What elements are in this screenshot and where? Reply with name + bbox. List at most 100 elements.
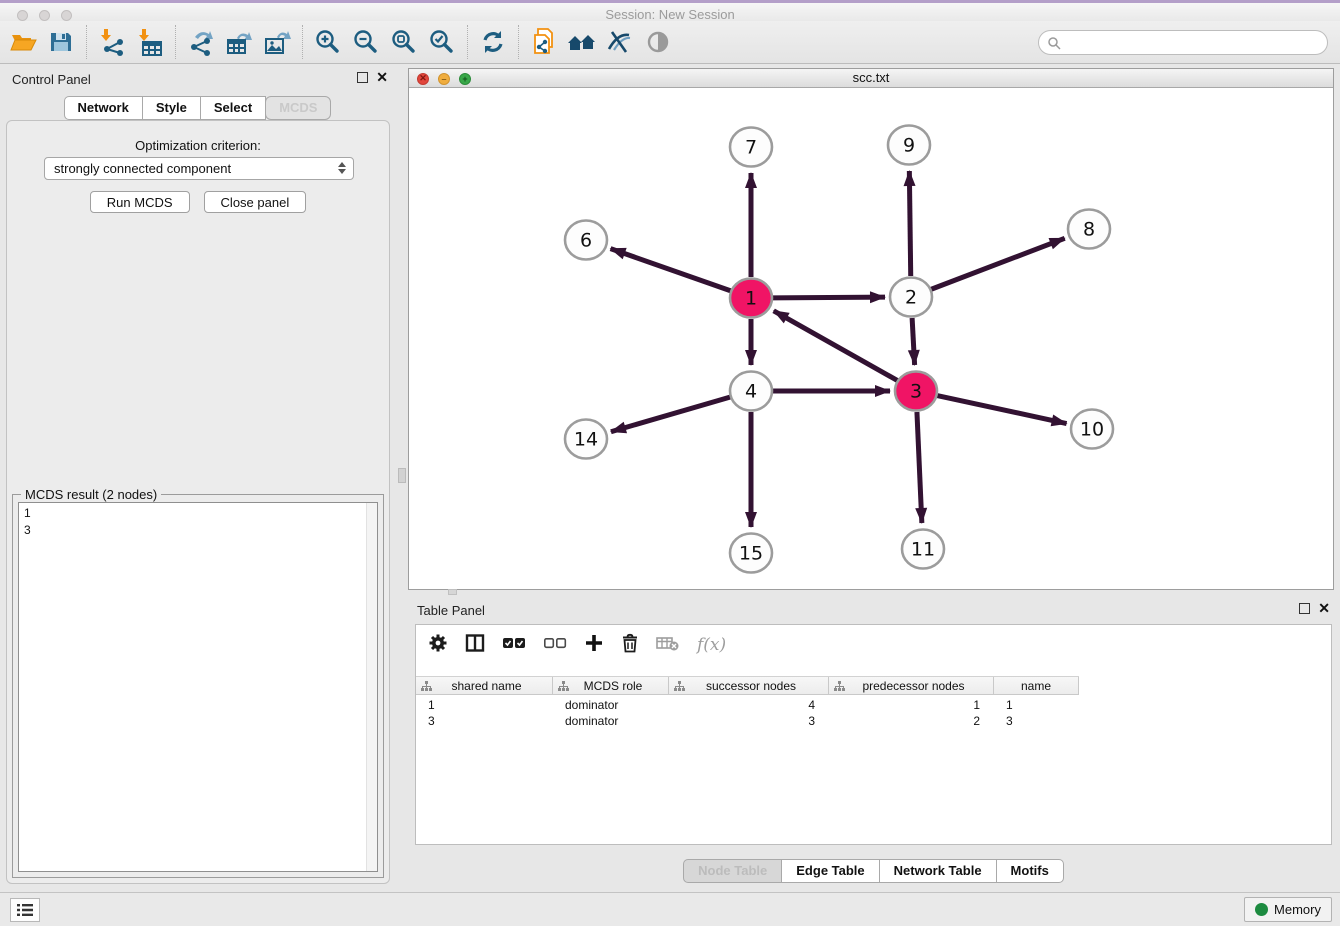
first-neighbors-icon[interactable] <box>563 24 601 60</box>
edge-3-1[interactable] <box>774 311 898 381</box>
network-canvas[interactable]: 7 9 6 8 1 2 4 3 14 10 15 11 <box>409 88 1333 589</box>
graph-node-7[interactable]: 7 <box>730 128 772 167</box>
mcds-result-text[interactable]: 1 3 <box>18 502 378 872</box>
refresh-icon[interactable] <box>474 24 512 60</box>
graph-node-9[interactable]: 9 <box>888 126 930 165</box>
show-all-icon[interactable] <box>639 24 677 60</box>
column-header-shared-name[interactable]: shared name <box>416 677 553 694</box>
vertical-splitter[interactable] <box>396 64 408 892</box>
column-settings-icon[interactable] <box>428 633 448 658</box>
column-header-MCDS-role[interactable]: MCDS role <box>553 677 669 694</box>
save-session-icon[interactable] <box>42 24 80 60</box>
optimization-criterion-select[interactable]: strongly connected component <box>44 157 354 180</box>
graph-node-2[interactable]: 2 <box>890 278 932 317</box>
table-toolbar: f(x) <box>416 625 1331 665</box>
float-table-panel-icon[interactable] <box>1299 603 1310 614</box>
graph-node-4[interactable]: 4 <box>730 372 772 411</box>
deselect-all-icon[interactable] <box>543 635 567 656</box>
optimization-criterion-label: Optimization criterion: <box>0 138 396 153</box>
network-view-window: scc.txt ✕ – + 7 9 6 8 1 2 4 3 14 10 15 11 <box>408 68 1334 590</box>
tab-style[interactable]: Style <box>142 96 201 120</box>
graph-node-15[interactable]: 15 <box>730 534 772 573</box>
status-bar: Memory <box>0 892 1340 926</box>
import-table-icon[interactable] <box>131 24 169 60</box>
graph-node-11[interactable]: 11 <box>902 530 944 569</box>
table-row[interactable]: 3dominator323 <box>416 713 1079 729</box>
search-input[interactable] <box>1065 35 1327 50</box>
clone-network-icon[interactable] <box>525 24 563 60</box>
import-network-icon[interactable] <box>93 24 131 60</box>
column-header-successor-nodes[interactable]: successor nodes <box>669 677 829 694</box>
table-cell[interactable]: dominator <box>553 697 669 713</box>
tab-motifs[interactable]: Motifs <box>996 859 1064 883</box>
close-panel-button[interactable]: Close panel <box>204 191 307 213</box>
mcds-result-group: MCDS result (2 nodes) 1 3 <box>12 494 384 878</box>
toolbar-separator <box>518 25 519 59</box>
tab-node-table[interactable]: Node Table <box>683 859 782 883</box>
table-cell[interactable]: 4 <box>669 697 829 713</box>
close-table-panel-icon[interactable]: ✕ <box>1318 603 1330 614</box>
table-cell[interactable]: 3 <box>669 713 829 729</box>
zoom-in-icon[interactable] <box>309 24 347 60</box>
run-mcds-button[interactable]: Run MCDS <box>90 191 190 213</box>
network-window-titlebar[interactable]: scc.txt ✕ – + <box>409 69 1333 88</box>
close-panel-icon[interactable]: ✕ <box>376 72 388 83</box>
tab-network-table[interactable]: Network Table <box>879 859 997 883</box>
svg-text:4: 4 <box>745 381 757 403</box>
graph-node-8[interactable]: 8 <box>1068 210 1110 249</box>
zoom-fit-icon[interactable] <box>385 24 423 60</box>
select-all-icon[interactable] <box>502 635 526 656</box>
edge-1-2[interactable] <box>772 297 885 298</box>
table-cell[interactable]: 1 <box>416 697 553 713</box>
edge-2-8[interactable] <box>931 238 1065 289</box>
tab-select[interactable]: Select <box>200 96 266 120</box>
split-panel-icon[interactable] <box>465 633 485 658</box>
add-column-icon[interactable] <box>584 633 604 658</box>
export-image-icon[interactable] <box>258 24 296 60</box>
zoom-out-icon[interactable] <box>347 24 385 60</box>
tab-network[interactable]: Network <box>64 96 143 120</box>
search-field[interactable] <box>1038 30 1328 55</box>
task-history-button[interactable] <box>10 898 40 922</box>
window-titlebar: Session: New Session <box>0 3 1340 21</box>
result-scrollbar[interactable] <box>366 503 377 871</box>
column-header-name[interactable]: name <box>994 677 1079 694</box>
open-file-icon[interactable] <box>4 24 42 60</box>
edge-2-3[interactable] <box>912 318 915 365</box>
table-row[interactable]: 1dominator411 <box>416 697 1079 713</box>
horizontal-splitter-grip[interactable] <box>448 589 457 595</box>
float-panel-icon[interactable] <box>357 72 368 83</box>
zoom-selected-icon[interactable] <box>423 24 461 60</box>
table-cell[interactable]: 2 <box>829 713 994 729</box>
svg-text:7: 7 <box>745 137 757 159</box>
edge-4-14[interactable] <box>611 397 731 432</box>
table-cell[interactable]: 3 <box>994 713 1079 729</box>
graph-node-14[interactable]: 14 <box>565 420 607 459</box>
edge-3-11[interactable] <box>917 412 922 523</box>
hide-selected-icon[interactable] <box>601 24 639 60</box>
edge-3-10[interactable] <box>937 395 1067 423</box>
column-header-predecessor-nodes[interactable]: predecessor nodes <box>829 677 994 694</box>
table-cell[interactable]: 3 <box>416 713 553 729</box>
table-cell[interactable]: dominator <box>553 713 669 729</box>
edge-1-6[interactable] <box>611 249 732 291</box>
edge-2-9[interactable] <box>909 171 910 276</box>
graph-node-1[interactable]: 1 <box>730 279 772 318</box>
tab-mcds[interactable]: MCDS <box>265 96 331 120</box>
memory-button[interactable]: Memory <box>1244 897 1332 922</box>
network-maximize-icon[interactable]: + <box>459 73 471 85</box>
graph-node-6[interactable]: 6 <box>565 221 607 260</box>
main-toolbar <box>0 21 1340 64</box>
table-cell[interactable]: 1 <box>994 697 1079 713</box>
toolbar-separator <box>302 25 303 59</box>
network-close-icon[interactable]: ✕ <box>417 73 429 85</box>
splitter-grip[interactable] <box>398 468 406 483</box>
export-network-icon[interactable] <box>182 24 220 60</box>
table-cell[interactable]: 1 <box>829 697 994 713</box>
delete-column-icon[interactable] <box>621 633 639 658</box>
export-table-icon[interactable] <box>220 24 258 60</box>
graph-node-3[interactable]: 3 <box>895 372 937 411</box>
network-minimize-icon[interactable]: – <box>438 73 450 85</box>
graph-node-10[interactable]: 10 <box>1071 410 1113 449</box>
tab-edge-table[interactable]: Edge Table <box>781 859 879 883</box>
